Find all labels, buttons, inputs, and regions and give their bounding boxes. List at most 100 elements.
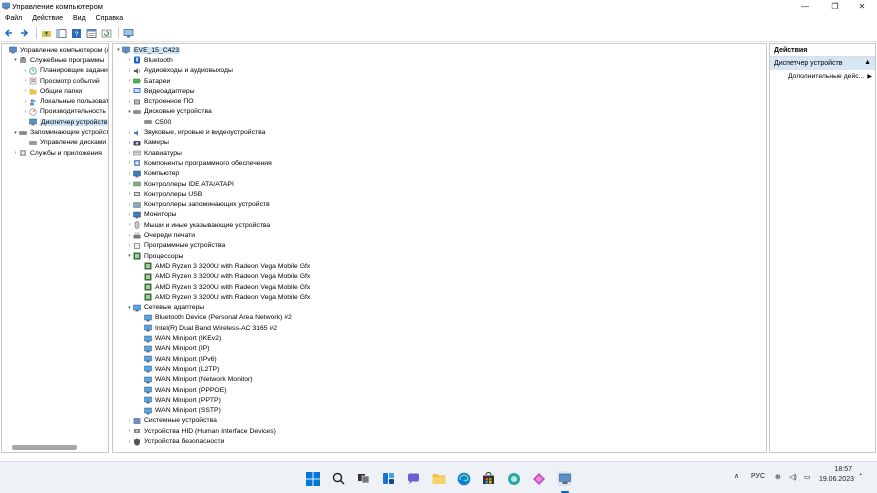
expand-right-icon[interactable]: ›: [12, 150, 19, 156]
expand-right-icon[interactable]: ›: [126, 57, 133, 63]
tree-item[interactable]: › Просмотр событий: [22, 76, 100, 86]
tree-item[interactable]: › Камеры: [126, 138, 169, 148]
expand-right-icon[interactable]: ›: [126, 130, 133, 136]
menu-view[interactable]: Вид: [68, 13, 91, 25]
tree-item[interactable]: › Общие папки: [22, 86, 82, 96]
tree-item[interactable]: › Планировщик заданий: [22, 66, 108, 76]
expand-right-icon[interactable]: ›: [126, 202, 133, 208]
windows-start-icon[interactable]: [305, 471, 320, 486]
tree-item[interactable]: WAN Miniport (IP): [137, 344, 210, 354]
store-icon[interactable]: [481, 471, 496, 486]
help-button[interactable]: ?: [70, 27, 82, 39]
tree-item[interactable]: › Компьютер: [126, 169, 180, 179]
tree-item[interactable]: AMD Ryzen 3 3200U with Radeon Vega Mobil…: [137, 282, 310, 292]
app2-icon[interactable]: [531, 471, 546, 486]
expand-right-icon[interactable]: ›: [22, 99, 29, 105]
tree-item[interactable]: ▾ Служебные программы: [12, 55, 104, 65]
tree-item[interactable]: › Локальные пользовате: [22, 97, 108, 107]
tree-item[interactable]: › Компоненты программного обеспечения: [126, 158, 272, 168]
up-level-button[interactable]: [40, 27, 52, 39]
tree-item[interactable]: › Мыши и иные указывающие устройства: [126, 220, 270, 230]
tree-item[interactable]: › Мониторы: [126, 210, 177, 220]
expand-right-icon[interactable]: ›: [126, 418, 133, 424]
expand-right-icon[interactable]: ›: [126, 181, 133, 187]
tree-item[interactable]: › Контроллеры USB: [126, 189, 203, 199]
app-icon[interactable]: [506, 471, 521, 486]
tree-item[interactable]: › Службы и приложения: [12, 148, 102, 158]
expand-right-icon[interactable]: ›: [126, 88, 133, 94]
menu-file[interactable]: Файл: [0, 13, 27, 25]
expand-right-icon[interactable]: ›: [22, 88, 29, 94]
tree-item[interactable]: › Bluetooth: [126, 55, 173, 65]
expand-right-icon[interactable]: ›: [22, 78, 29, 84]
tree-item[interactable]: › Видеоадаптеры: [126, 86, 195, 96]
battery-icon[interactable]: ▭: [804, 473, 811, 481]
minimize-button[interactable]: —: [790, 0, 820, 13]
tree-item[interactable]: AMD Ryzen 3 3200U with Radeon Vega Mobil…: [137, 292, 310, 302]
tree-item[interactable]: WAN Miniport (SSTP): [137, 406, 221, 416]
tree-item[interactable]: WAN Miniport (Network Monitor): [137, 375, 253, 385]
expand-right-icon[interactable]: ›: [126, 140, 133, 146]
file-explorer-icon[interactable]: [431, 471, 446, 486]
clock-time[interactable]: 18:57: [822, 466, 852, 473]
expand-right-icon[interactable]: ›: [126, 243, 133, 249]
tree-item[interactable]: WAN Miniport (PPTP): [137, 395, 221, 405]
tree-item[interactable]: ▾ Процессоры: [126, 251, 183, 261]
expand-right-icon[interactable]: ›: [22, 68, 29, 74]
tree-item[interactable]: Диспетчер устройств: [22, 117, 108, 127]
notification-icon[interactable]: ◔: [858, 472, 862, 479]
expand-right-icon[interactable]: ›: [126, 439, 133, 445]
expand-down-icon[interactable]: ▾: [126, 305, 133, 311]
tree-item[interactable]: › Контроллеры IDE ATA/ATAPI: [126, 179, 234, 189]
tree-item[interactable]: › Очереди печати: [126, 230, 195, 240]
tree-item[interactable]: › Батареи: [126, 76, 171, 86]
show-hidden-icons-icon[interactable]: ∧: [734, 472, 739, 480]
refresh-button[interactable]: [100, 27, 112, 39]
tree-item[interactable]: › Устройства безопасности: [126, 436, 224, 446]
widgets-icon[interactable]: [381, 471, 396, 486]
expand-right-icon[interactable]: ›: [126, 160, 133, 166]
expand-right-icon[interactable]: ›: [126, 171, 133, 177]
clock-date[interactable]: 19.06.2023: [818, 476, 854, 483]
expand-right-icon[interactable]: ›: [126, 78, 133, 84]
tree-item[interactable]: › Аудиовходы и аудиовыходы: [126, 66, 233, 76]
tree-item[interactable]: › Устройства HID (Human Interface Devices…: [126, 426, 276, 436]
maximize-button[interactable]: ❐: [820, 0, 850, 13]
tree-item[interactable]: Intel(R) Dual Band Wireless-AC 3165 #2: [137, 323, 277, 333]
chat-icon[interactable]: [406, 471, 421, 486]
expand-right-icon[interactable]: ›: [126, 191, 133, 197]
expand-down-icon[interactable]: ▾: [12, 130, 19, 136]
tree-item[interactable]: › Системные устройства: [126, 416, 217, 426]
expand-right-icon[interactable]: ›: [126, 222, 133, 228]
tree-item[interactable]: › Звуковые, игровые и видеоустройства: [126, 127, 266, 137]
tree-item[interactable]: C500: [137, 117, 171, 127]
expand-right-icon[interactable]: ›: [126, 99, 133, 105]
computer-management-taskbar-icon[interactable]: [557, 471, 572, 486]
properties-button[interactable]: [85, 27, 97, 39]
close-button[interactable]: ✕: [847, 0, 877, 13]
tree-item[interactable]: WAN Miniport (IPv6): [137, 354, 217, 364]
tree-item[interactable]: Управление компьютером (лс: [2, 45, 108, 55]
expand-right-icon[interactable]: ›: [126, 68, 133, 74]
globe-icon[interactable]: ⊕: [775, 473, 781, 481]
expand-right-icon[interactable]: ›: [126, 428, 133, 434]
tree-item[interactable]: › Контроллеры запоминающих устройств: [126, 200, 270, 210]
tree-item[interactable]: › Производительность: [22, 107, 106, 117]
search-icon[interactable]: [331, 471, 346, 486]
horizontal-scrollbar[interactable]: [12, 445, 77, 450]
task-view-icon[interactable]: [356, 471, 371, 486]
show-hide-tree-button[interactable]: [55, 27, 67, 39]
more-actions-item[interactable]: Дополнительные дейс... ▶: [770, 70, 875, 83]
expand-right-icon[interactable]: ›: [126, 150, 133, 156]
tree-item[interactable]: ▾ Запоминающие устройств: [12, 127, 108, 137]
expand-down-icon[interactable]: ▾: [12, 57, 19, 63]
tree-item[interactable]: ▾ Дисковые устройства: [126, 107, 212, 117]
tree-item[interactable]: › Встроенное ПО: [126, 97, 194, 107]
menu-help[interactable]: Справка: [91, 13, 128, 25]
expand-down-icon[interactable]: ▾: [126, 253, 133, 259]
tree-item[interactable]: ▾ EVE_15_C423: [115, 45, 180, 55]
language-indicator[interactable]: РУС: [751, 473, 765, 480]
actions-section-device-manager[interactable]: Диспетчер устройств ▲: [770, 57, 875, 70]
tree-item[interactable]: WAN Miniport (L2TP): [137, 364, 219, 374]
tree-item[interactable]: › Клавиатуры: [126, 148, 182, 158]
